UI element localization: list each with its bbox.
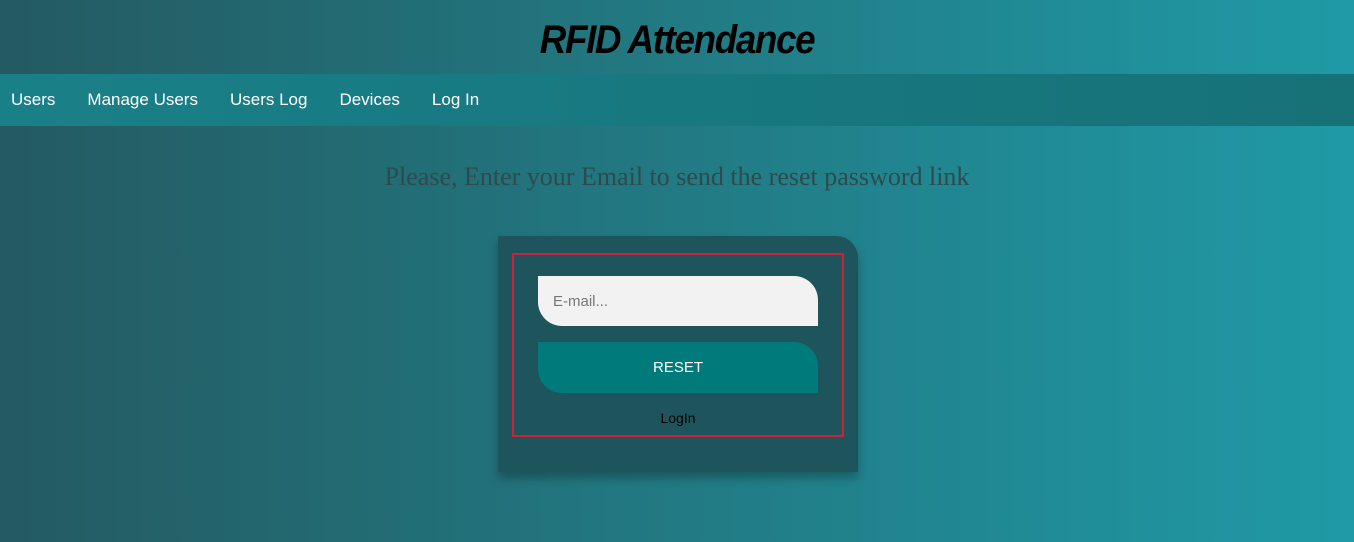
nav-item-users[interactable]: Users (0, 74, 71, 126)
nav-item-manage-users[interactable]: Manage Users (71, 74, 214, 126)
nav-item-users-log[interactable]: Users Log (214, 74, 323, 126)
reset-button[interactable]: RESET (538, 342, 818, 393)
app-title: RFID Attendance (539, 18, 816, 62)
reset-instructions: Please, Enter your Email to send the res… (384, 162, 970, 191)
nav-item-log-in[interactable]: Log In (416, 74, 495, 126)
reset-password-card: RESET LogIn (498, 236, 858, 472)
email-input[interactable] (538, 276, 818, 326)
login-link[interactable]: LogIn (538, 410, 818, 426)
nav-item-devices[interactable]: Devices (323, 74, 415, 126)
top-navbar: Users Manage Users Users Log Devices Log… (0, 74, 1354, 126)
